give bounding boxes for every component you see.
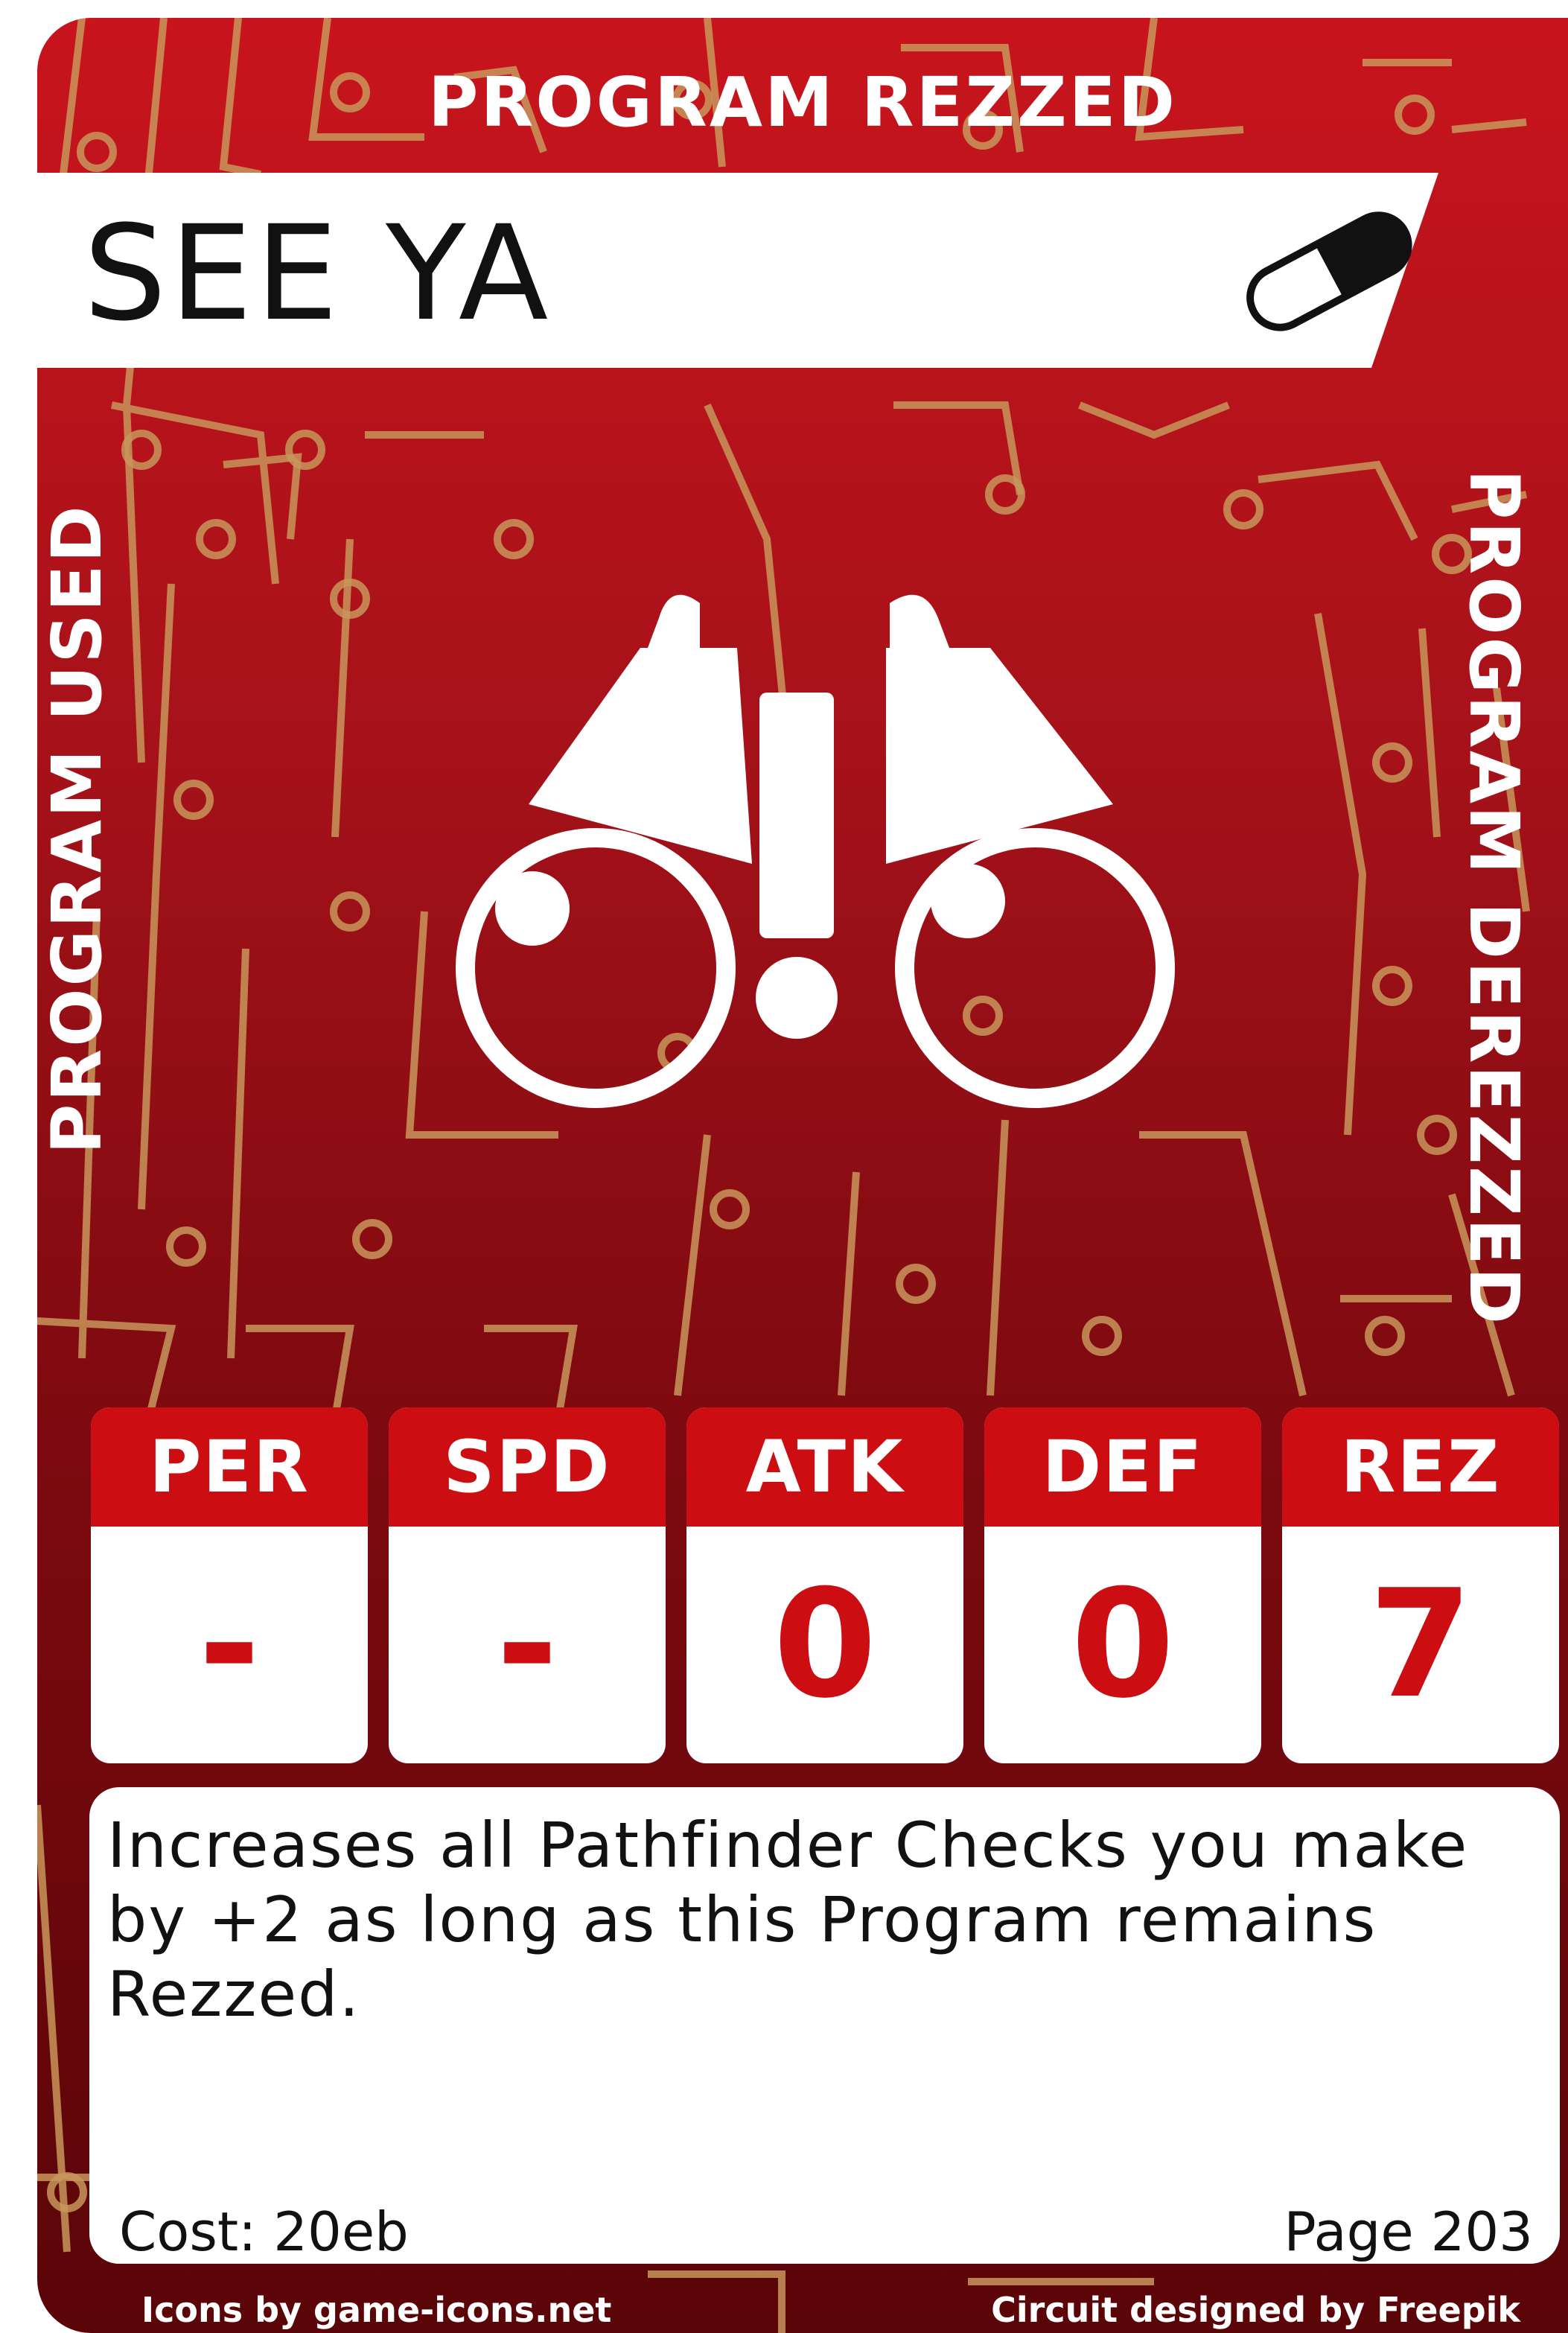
stat-value: - (198, 1558, 261, 1731)
card-title: SEE YA (83, 197, 552, 350)
stat-label: DEF (984, 1407, 1261, 1527)
description-box: Increases all Pathfinder Checks you make… (89, 1787, 1560, 2264)
stat-label: ATK (686, 1407, 963, 1527)
stat-per: PER - (91, 1407, 368, 1763)
binoculars-exclamation-icon (456, 594, 1175, 1108)
page-reference: Page 203 (1284, 2200, 1533, 2263)
stat-label: REZ (1282, 1407, 1559, 1527)
stat-spd: SPD - (389, 1407, 666, 1763)
stat-rez: REZ 7 (1282, 1407, 1559, 1763)
stat-value: 7 (1368, 1558, 1473, 1731)
side-label-used: PROGRAM USED (37, 503, 117, 1154)
header-label-rezzed: PROGRAM REZZED (428, 63, 1177, 142)
credit-icons: Icons by game-icons.net (141, 2290, 612, 2330)
stat-value: 0 (1071, 1558, 1175, 1731)
cost-label: Cost: 20eb (119, 2200, 409, 2263)
stat-label: PER (91, 1407, 368, 1527)
card-description: Increases all Pathfinder Checks you make… (107, 1809, 1469, 2031)
stat-value: 0 (773, 1558, 877, 1731)
stat-label: SPD (389, 1407, 666, 1527)
pill-icon (1246, 211, 1412, 331)
stat-value: - (496, 1558, 558, 1731)
side-label-derezzed: PROGRAM DEREZZED (1454, 469, 1534, 1327)
credit-circuit: Circuit designed by Freepik (991, 2290, 1520, 2330)
stat-atk: ATK 0 (686, 1407, 963, 1763)
stat-def: DEF 0 (984, 1407, 1261, 1763)
